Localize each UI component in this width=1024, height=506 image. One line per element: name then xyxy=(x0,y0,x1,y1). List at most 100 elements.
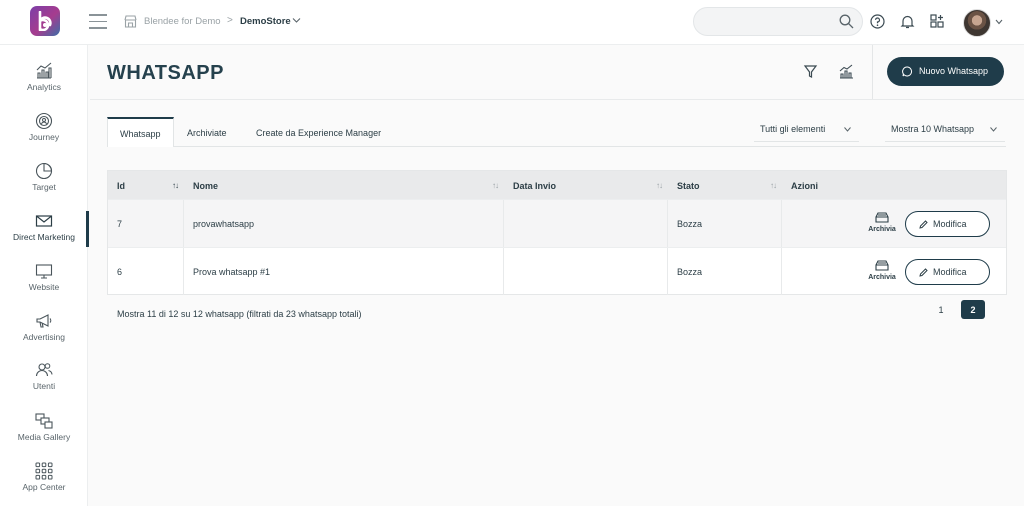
sidebar-item-label: Target xyxy=(32,182,56,192)
table-row: 6 Prova whatsapp #1 Bozza Archivia Modif… xyxy=(108,246,1006,295)
store-icon xyxy=(124,15,137,28)
cell-stato: Bozza xyxy=(668,200,782,247)
sidebar-item-journey[interactable]: Journey xyxy=(0,108,88,156)
sidebar-item-label: Direct Marketing xyxy=(13,232,75,242)
table-header: Id ↑↓ Nome ↑↓ Data Invio ↑↓ Stato ↑↓ Azi… xyxy=(108,171,1006,199)
sidebar-item-analytics[interactable]: Analytics xyxy=(0,58,88,106)
sidebar-item-label: App Center xyxy=(22,482,66,492)
page-size-select[interactable]: Mostra 10 Whatsapp xyxy=(885,117,1005,142)
chevron-down-icon[interactable] xyxy=(292,17,301,24)
sidebar-item-media-gallery[interactable]: Media Gallery xyxy=(0,408,88,456)
users-icon xyxy=(35,363,53,377)
column-header-stato[interactable]: Stato ↑↓ xyxy=(668,171,782,199)
sort-icon[interactable]: ↑↓ xyxy=(770,181,777,190)
sidebar-item-label: Utenti xyxy=(32,381,56,391)
bell-icon[interactable] xyxy=(900,14,915,29)
page-button-1[interactable]: 1 xyxy=(929,300,953,319)
chevron-down-icon xyxy=(990,127,997,132)
menu-toggle-icon[interactable] xyxy=(89,14,107,29)
analytics-icon xyxy=(36,62,52,79)
table-row: 7 provawhatsapp Bozza Archivia Modifica xyxy=(108,199,1006,247)
whatsapp-table: Id ↑↓ Nome ↑↓ Data Invio ↑↓ Stato ↑↓ Azi… xyxy=(107,170,1007,295)
avatar[interactable] xyxy=(963,9,991,37)
sidebar-item-label: Website xyxy=(28,282,60,292)
help-icon[interactable] xyxy=(870,14,885,29)
megaphone-icon xyxy=(36,314,52,328)
sidebar-item-utenti[interactable]: Utenti xyxy=(0,357,88,405)
page-size-value: Mostra 10 Whatsapp xyxy=(891,124,975,134)
column-label: Nome xyxy=(193,181,219,191)
cell-id: 6 xyxy=(108,247,184,295)
media-gallery-icon xyxy=(35,413,53,429)
tab-experience-manager[interactable]: Create da Experience Manager xyxy=(256,117,381,147)
edit-label: Modifica xyxy=(933,266,967,277)
sort-icon[interactable]: ↑↓ xyxy=(492,181,499,190)
sidebar-item-advertising[interactable]: Advertising xyxy=(0,308,88,356)
cell-data-invio xyxy=(504,200,668,247)
new-whatsapp-label: Nuovo Whatsapp xyxy=(919,66,989,76)
edit-button[interactable]: Modifica xyxy=(905,258,990,285)
sidebar-item-label: Media Gallery xyxy=(17,432,71,442)
apps-icon[interactable] xyxy=(930,14,945,29)
sidebar-item-app-center[interactable]: App Center xyxy=(0,458,88,506)
mail-icon xyxy=(35,215,53,227)
archive-label: Archivia xyxy=(868,273,896,281)
header-divider xyxy=(90,99,1024,100)
items-filter-value: Tutti gli elementi xyxy=(760,124,826,134)
top-bar: Blendee for Demo > DemoStore xyxy=(0,0,1024,45)
edit-button[interactable]: Modifica xyxy=(905,211,990,237)
monitor-icon xyxy=(35,264,53,279)
blendee-logo[interactable] xyxy=(30,6,60,36)
sort-icon[interactable]: ↑↓ xyxy=(172,181,179,190)
column-header-id[interactable]: Id ↑↓ xyxy=(108,171,184,199)
cell-stato: Bozza xyxy=(668,247,782,295)
edit-label: Modifica xyxy=(933,219,967,229)
journey-icon xyxy=(35,112,53,130)
chevron-down-icon xyxy=(844,127,851,132)
cell-data-invio xyxy=(504,247,668,295)
whatsapp-icon xyxy=(902,66,913,77)
items-filter-select[interactable]: Tutti gli elementi xyxy=(754,117,859,142)
archive-label: Archivia xyxy=(868,226,896,233)
tab-whatsapp[interactable]: Whatsapp xyxy=(107,117,174,147)
column-label: Id xyxy=(117,181,125,191)
archive-icon xyxy=(875,259,889,271)
analytics-icon[interactable] xyxy=(839,64,854,79)
page-button-2[interactable]: 2 xyxy=(961,300,985,319)
pencil-icon xyxy=(919,220,928,229)
new-whatsapp-button[interactable]: Nuovo Whatsapp xyxy=(887,57,1004,86)
search-icon[interactable] xyxy=(839,14,854,29)
sidebar-item-label: Journey xyxy=(28,132,60,142)
table-info: Mostra 11 di 12 su 12 whatsapp (filtrati… xyxy=(117,309,362,319)
page-title: WHATSAPP xyxy=(107,62,224,84)
chevron-down-icon[interactable] xyxy=(995,19,1003,25)
header-divider xyxy=(872,45,873,99)
grid-icon xyxy=(35,462,53,480)
column-header-azioni: Azioni xyxy=(782,171,1006,199)
column-label: Data Invio xyxy=(513,181,557,191)
tabs-underline xyxy=(107,146,1006,147)
sidebar-item-direct-marketing[interactable]: Direct Marketing xyxy=(0,208,89,256)
cell-id: 7 xyxy=(108,200,184,247)
archive-button[interactable]: Archivia xyxy=(866,259,898,281)
sort-icon[interactable]: ↑↓ xyxy=(656,181,663,190)
search-input[interactable] xyxy=(693,7,863,36)
column-label: Stato xyxy=(677,181,700,191)
filter-icon[interactable] xyxy=(803,64,818,79)
column-header-nome[interactable]: Nome ↑↓ xyxy=(184,171,504,199)
sidebar-item-label: Advertising xyxy=(22,332,66,342)
breadcrumb-separator: > xyxy=(227,15,233,26)
archive-icon xyxy=(875,212,889,223)
breadcrumb-workspace[interactable]: Blendee for Demo xyxy=(144,16,221,27)
sidebar-item-label: Analytics xyxy=(26,82,61,92)
breadcrumb-store[interactable]: DemoStore xyxy=(240,16,291,27)
target-icon xyxy=(35,162,53,180)
sidebar: Analytics Journey Target Direct Marketin… xyxy=(0,45,89,506)
tab-archiviate[interactable]: Archiviate xyxy=(187,117,227,147)
column-header-data-invio[interactable]: Data Invio ↑↓ xyxy=(504,171,668,199)
sidebar-item-target[interactable]: Target xyxy=(0,158,88,206)
logo-b-icon xyxy=(38,11,52,31)
archive-button[interactable]: Archivia xyxy=(866,212,898,233)
sidebar-item-website[interactable]: Website xyxy=(0,258,88,306)
cell-nome: Prova whatsapp #1 xyxy=(184,247,504,295)
